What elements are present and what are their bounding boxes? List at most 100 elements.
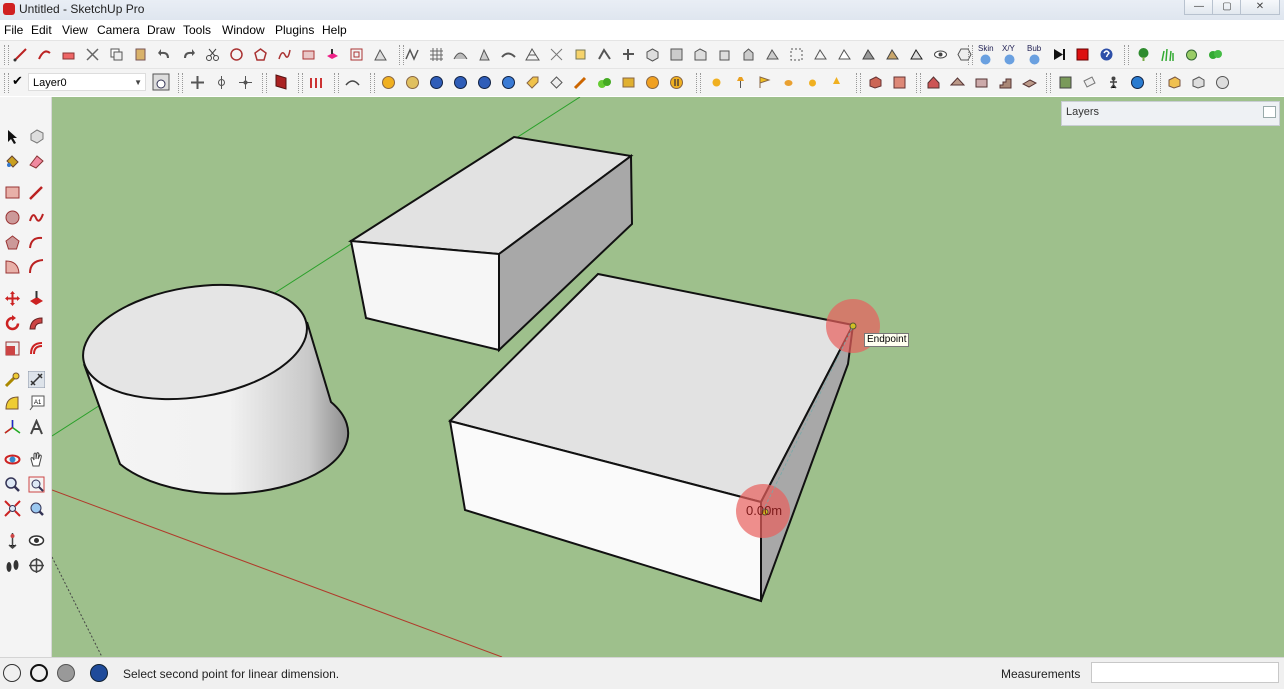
- polygon-icon[interactable]: [4, 234, 21, 251]
- eye-icon[interactable]: [933, 47, 948, 62]
- info-credits-icon[interactable]: [30, 664, 48, 682]
- wall-icon[interactable]: [974, 75, 989, 90]
- sandbox-from-contours-icon[interactable]: [405, 47, 420, 62]
- 3d-text-icon[interactable]: [28, 419, 45, 436]
- menu-help[interactable]: Help: [322, 23, 347, 37]
- polygon-tool-icon[interactable]: [253, 47, 268, 62]
- stamp-icon[interactable]: [477, 47, 492, 62]
- arc-tool-icon[interactable]: [37, 47, 52, 62]
- trees-icon[interactable]: [597, 75, 612, 90]
- hidden-line-icon[interactable]: [837, 47, 852, 62]
- tag-icon[interactable]: [525, 75, 540, 90]
- menu-edit[interactable]: Edit: [31, 23, 52, 37]
- pan-hand-icon[interactable]: [28, 451, 45, 468]
- tape-measure-icon[interactable]: [4, 371, 21, 388]
- wireframe-icon[interactable]: [813, 47, 828, 62]
- yellow-dot-icon[interactable]: [709, 75, 724, 90]
- toolbar-grip[interactable]: [262, 73, 267, 93]
- skin-icon[interactable]: [978, 52, 993, 67]
- menu-view[interactable]: View: [62, 23, 88, 37]
- toolbar-grip[interactable]: [696, 73, 701, 93]
- geo-location-status-icon[interactable]: [3, 664, 21, 682]
- paper-icon[interactable]: [1082, 75, 1097, 90]
- toolbar-grip[interactable]: [334, 73, 339, 93]
- xray-icon[interactable]: [789, 47, 804, 62]
- component-box-icon[interactable]: [1167, 75, 1182, 90]
- position-camera-icon[interactable]: [4, 532, 21, 549]
- cylinder-object[interactable]: [75, 270, 350, 495]
- paste-icon[interactable]: [133, 47, 148, 62]
- follow-me-tool-icon[interactable]: [28, 315, 45, 332]
- shaded-icon[interactable]: [861, 47, 876, 62]
- toolbar-grip[interactable]: [856, 73, 861, 93]
- push-pull-icon[interactable]: [325, 47, 340, 62]
- plugin-rb-icon[interactable]: [477, 75, 492, 90]
- scale-icon[interactable]: [4, 340, 21, 357]
- toolbar-grip[interactable]: [4, 73, 9, 93]
- menu-plugins[interactable]: Plugins: [275, 23, 314, 37]
- menu-window[interactable]: Window: [222, 23, 265, 37]
- tree-icon[interactable]: [1136, 47, 1151, 62]
- menu-camera[interactable]: Camera: [97, 23, 140, 37]
- follow-me-icon[interactable]: [373, 47, 388, 62]
- toolbar-grip[interactable]: [916, 73, 921, 93]
- roof-icon[interactable]: [950, 75, 965, 90]
- shaded-textures-icon[interactable]: [885, 47, 900, 62]
- drape-icon[interactable]: [501, 47, 516, 62]
- book-icon[interactable]: [274, 73, 290, 91]
- add-detail-icon[interactable]: [525, 47, 540, 62]
- paint-bucket-icon[interactable]: [4, 153, 21, 170]
- plugin-orange-icon[interactable]: [645, 75, 660, 90]
- pencil-tool-icon[interactable]: [573, 75, 588, 90]
- right-view-icon[interactable]: [717, 47, 732, 62]
- toolbar-grip[interactable]: [370, 73, 375, 93]
- layer-manager-icon[interactable]: [152, 73, 170, 91]
- stairs-icon[interactable]: [998, 75, 1013, 90]
- pencil-line-icon[interactable]: [28, 184, 45, 201]
- help-plugin-icon[interactable]: [1099, 47, 1114, 62]
- cube-icon[interactable]: [1191, 75, 1206, 90]
- toolbar-grip[interactable]: [298, 73, 303, 93]
- toolbar-grip[interactable]: [4, 45, 9, 65]
- make-component-icon[interactable]: [28, 128, 45, 145]
- rectangle-icon[interactable]: [4, 184, 21, 201]
- circle-tool-icon[interactable]: [229, 47, 244, 62]
- arc-curve-icon[interactable]: [345, 75, 360, 90]
- zoom-window-icon[interactable]: [28, 476, 45, 493]
- zoom-extents-icon[interactable]: [4, 500, 21, 517]
- shrub-icon[interactable]: [1184, 47, 1199, 62]
- select-face-icon[interactable]: [190, 75, 205, 90]
- user-account-icon[interactable]: [57, 664, 75, 682]
- plugin-m-icon[interactable]: [381, 75, 396, 90]
- move-icon[interactable]: [4, 290, 21, 307]
- layers-panel[interactable]: Layers: [1061, 101, 1280, 126]
- xy-icon[interactable]: [1002, 52, 1017, 67]
- minimize-button[interactable]: —: [1184, 0, 1214, 15]
- plugin-pause-icon[interactable]: [669, 75, 684, 90]
- bush-icon[interactable]: [1208, 47, 1223, 62]
- zoom-icon[interactable]: [4, 476, 21, 493]
- text-tool-icon[interactable]: A1: [28, 395, 45, 412]
- select-arrow-icon[interactable]: [4, 128, 21, 145]
- copy-icon[interactable]: [109, 47, 124, 62]
- left-view-icon[interactable]: [765, 47, 780, 62]
- monochrome-icon[interactable]: [909, 47, 924, 62]
- rotate-icon[interactable]: [4, 315, 21, 332]
- protractor-icon[interactable]: [4, 395, 21, 412]
- back-view-icon[interactable]: [741, 47, 756, 62]
- play-icon[interactable]: [1051, 47, 1066, 62]
- scissors-icon[interactable]: [85, 47, 100, 62]
- toolbar-grip[interactable]: [399, 45, 404, 65]
- dot-yellow-icon[interactable]: [805, 75, 820, 90]
- intersect-icon[interactable]: [214, 75, 229, 90]
- pie-icon[interactable]: [4, 258, 21, 275]
- arc-icon[interactable]: [28, 234, 45, 251]
- flip-edge-icon[interactable]: [549, 47, 564, 62]
- dot-orange-icon[interactable]: [781, 75, 796, 90]
- geo-location-icon[interactable]: [1130, 75, 1145, 90]
- two-point-arc-icon[interactable]: [28, 258, 45, 275]
- lamp-icon[interactable]: [733, 75, 748, 90]
- slab-icon[interactable]: [1022, 75, 1037, 90]
- toolbar-grip[interactable]: [968, 45, 973, 65]
- close-button[interactable]: ✕: [1240, 0, 1280, 15]
